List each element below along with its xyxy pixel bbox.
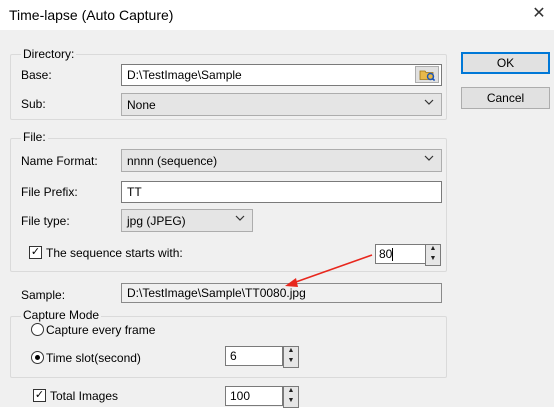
- spin-down-icon[interactable]: ▼: [284, 357, 298, 367]
- total-images-label: Total Images: [50, 389, 119, 403]
- time-slot-spinner[interactable]: ▲ ▼: [283, 346, 299, 368]
- capture-every-frame-radio[interactable]: [31, 323, 44, 336]
- spin-up-icon[interactable]: ▲: [284, 347, 298, 357]
- total-images-input[interactable]: 100: [225, 386, 283, 406]
- total-images-spinner[interactable]: ▲ ▼: [283, 386, 299, 408]
- time-slot-radio[interactable]: [31, 351, 44, 364]
- capture-every-frame-label: Capture every frame: [46, 323, 156, 337]
- total-images-checkbox[interactable]: ✓: [33, 389, 46, 402]
- capture-mode-group-label: Capture Mode: [21, 308, 102, 322]
- spin-down-icon[interactable]: ▼: [284, 397, 298, 407]
- time-slot-input[interactable]: 6: [225, 346, 283, 366]
- spin-up-icon[interactable]: ▲: [284, 387, 298, 397]
- time-slot-label: Time slot(second): [46, 351, 141, 365]
